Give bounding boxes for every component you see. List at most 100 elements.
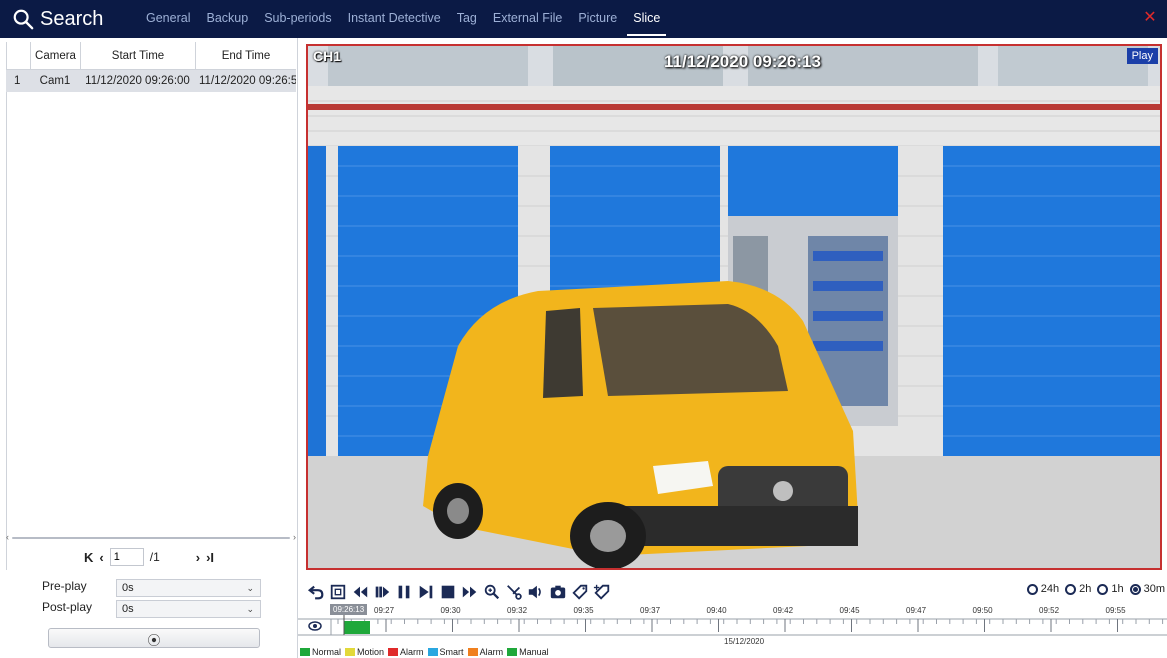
volume-icon[interactable] (526, 581, 546, 603)
fast-forward-icon[interactable] (460, 581, 480, 603)
horizontal-scrollbar[interactable]: ‹ › (6, 532, 296, 542)
postplay-value: 0s (122, 603, 134, 615)
page-title: Search (40, 7, 104, 30)
eye-icon[interactable] (308, 619, 322, 631)
chevron-down-icon: ⌄ (246, 583, 254, 593)
zoom-option-24h[interactable]: 24h (1026, 583, 1060, 595)
row-index: 1 (14, 75, 21, 87)
zoom-label: 2h (1079, 583, 1092, 595)
legend-label: Manual (519, 647, 549, 657)
legend-label: Smart (439, 647, 464, 657)
tab-picture[interactable]: Picture (570, 0, 625, 38)
tab-sub-periods[interactable]: Sub-periods (256, 0, 339, 38)
osd-timestamp: 11/12/2020 09:26:13 (664, 52, 821, 71)
row-camera: Cam1 (39, 75, 71, 87)
legend-item: Normal (300, 647, 341, 657)
col-camera: Camera (30, 42, 80, 70)
preplay-label: Pre-play (42, 579, 87, 593)
tab-bar: General Backup Sub-periods Instant Detec… (138, 0, 668, 38)
col-start-time: Start Time (80, 42, 195, 70)
tick-label: 09:30 (440, 606, 461, 615)
legend-item: Alarm (467, 647, 504, 657)
page-input[interactable] (109, 548, 144, 566)
close-icon[interactable]: ✕ (1141, 9, 1159, 27)
tick-label: 09:37 (640, 606, 661, 615)
legend-swatch (467, 648, 478, 656)
search-window: Search General Backup Sub-periods Instan… (0, 0, 1167, 658)
legend-swatch (507, 648, 518, 656)
timeline-date: 15/12/2020 (724, 637, 765, 646)
search-icon (13, 9, 34, 30)
scroll-left-icon[interactable]: ‹ (6, 532, 9, 542)
tab-slice[interactable]: Slice (625, 0, 668, 38)
timeline-zoom-options: 24h 2h 1h 30m (1026, 583, 1165, 595)
play-slices-button[interactable]: ⦿ (48, 628, 260, 648)
legend-swatch (345, 648, 356, 656)
search-title: Search (12, 5, 103, 33)
tick-label: 09:27 (374, 606, 395, 615)
preplay-value: 0s (122, 582, 134, 594)
tab-instant-detective[interactable]: Instant Detective (340, 0, 449, 38)
step-forward-icon[interactable] (372, 581, 392, 603)
top-bar: Search General Backup Sub-periods Instan… (0, 0, 1167, 38)
tick-label: 09:32 (507, 606, 528, 615)
prev-page-icon[interactable]: ‹ (99, 550, 103, 565)
play-circle-icon: ⦿ (147, 633, 161, 648)
col-end-time: End Time (195, 42, 296, 70)
recorded-segment[interactable] (344, 621, 370, 634)
row-end-time: 11/12/2020 09:26:5 (199, 75, 296, 87)
table-row[interactable]: 1 Cam1 11/12/2020 09:26:00 11/12/2020 09… (6, 70, 296, 92)
tab-backup[interactable]: Backup (198, 0, 256, 38)
legend-item: Motion (345, 647, 384, 657)
row-start-time: 11/12/2020 09:26:00 (85, 75, 190, 87)
fullscreen-icon[interactable] (328, 581, 348, 603)
back-icon[interactable] (306, 581, 326, 603)
stop-icon[interactable] (438, 581, 458, 603)
playback-toolbar (306, 580, 612, 604)
pause-icon[interactable] (394, 581, 414, 603)
zoom-option-2h[interactable]: 2h (1065, 583, 1091, 595)
scroll-right-icon[interactable]: › (293, 532, 296, 542)
tab-general[interactable]: General (138, 0, 198, 38)
tick-label: 09:35 (573, 606, 594, 615)
scroll-thumb[interactable] (12, 537, 290, 539)
rewind-icon[interactable] (350, 581, 370, 603)
tick-label: 09:55 (1105, 606, 1126, 615)
tick-label: 09:40 (706, 606, 727, 615)
channel-label: CH1 (313, 48, 342, 64)
video-player[interactable]: CH1 11/12/2020 09:26:13 Play (306, 44, 1162, 570)
last-page-icon[interactable]: ›I (206, 550, 214, 565)
tick-label: 09:47 (906, 606, 927, 615)
tab-tag[interactable]: Tag (449, 0, 485, 38)
tag-icon[interactable] (570, 581, 590, 603)
radio-icon (1097, 583, 1109, 595)
zoom-icon[interactable] (482, 581, 502, 603)
play-status-badge: Play (1126, 48, 1158, 64)
camera-frame-image (308, 46, 1160, 568)
first-page-icon[interactable]: K (84, 550, 93, 565)
pager: K ‹ /1 › ›I (84, 547, 214, 567)
zoom-label: 30m (1143, 583, 1165, 595)
legend-label: Alarm (400, 647, 424, 657)
zoom-option-30m[interactable]: 30m (1129, 583, 1165, 595)
tab-external-file[interactable]: External File (485, 0, 570, 38)
next-page-icon[interactable]: › (196, 550, 200, 565)
next-frame-icon[interactable] (416, 581, 436, 603)
legend: Normal Motion Alarm Smart Alarm Manual (300, 647, 549, 657)
page-total: /1 (149, 550, 160, 564)
tick-label: 09:50 (972, 606, 993, 615)
table-header: Camera Start Time End Time (6, 42, 296, 70)
legend-swatch (388, 648, 399, 656)
legend-item: Smart (427, 647, 464, 657)
zoom-label: 24h (1040, 583, 1060, 595)
snapshot-icon[interactable] (548, 581, 568, 603)
chevron-down-icon: ⌄ (246, 604, 254, 614)
legend-label: Alarm (479, 647, 504, 657)
clip-scissors-icon[interactable] (504, 581, 524, 603)
postplay-label: Post-play (42, 600, 93, 614)
add-tag-icon[interactable] (592, 581, 612, 603)
legend-swatch (427, 648, 438, 656)
postplay-select[interactable]: 0s ⌄ (116, 600, 261, 618)
preplay-select[interactable]: 0s ⌄ (116, 579, 261, 597)
zoom-option-1h[interactable]: 1h (1097, 583, 1124, 595)
